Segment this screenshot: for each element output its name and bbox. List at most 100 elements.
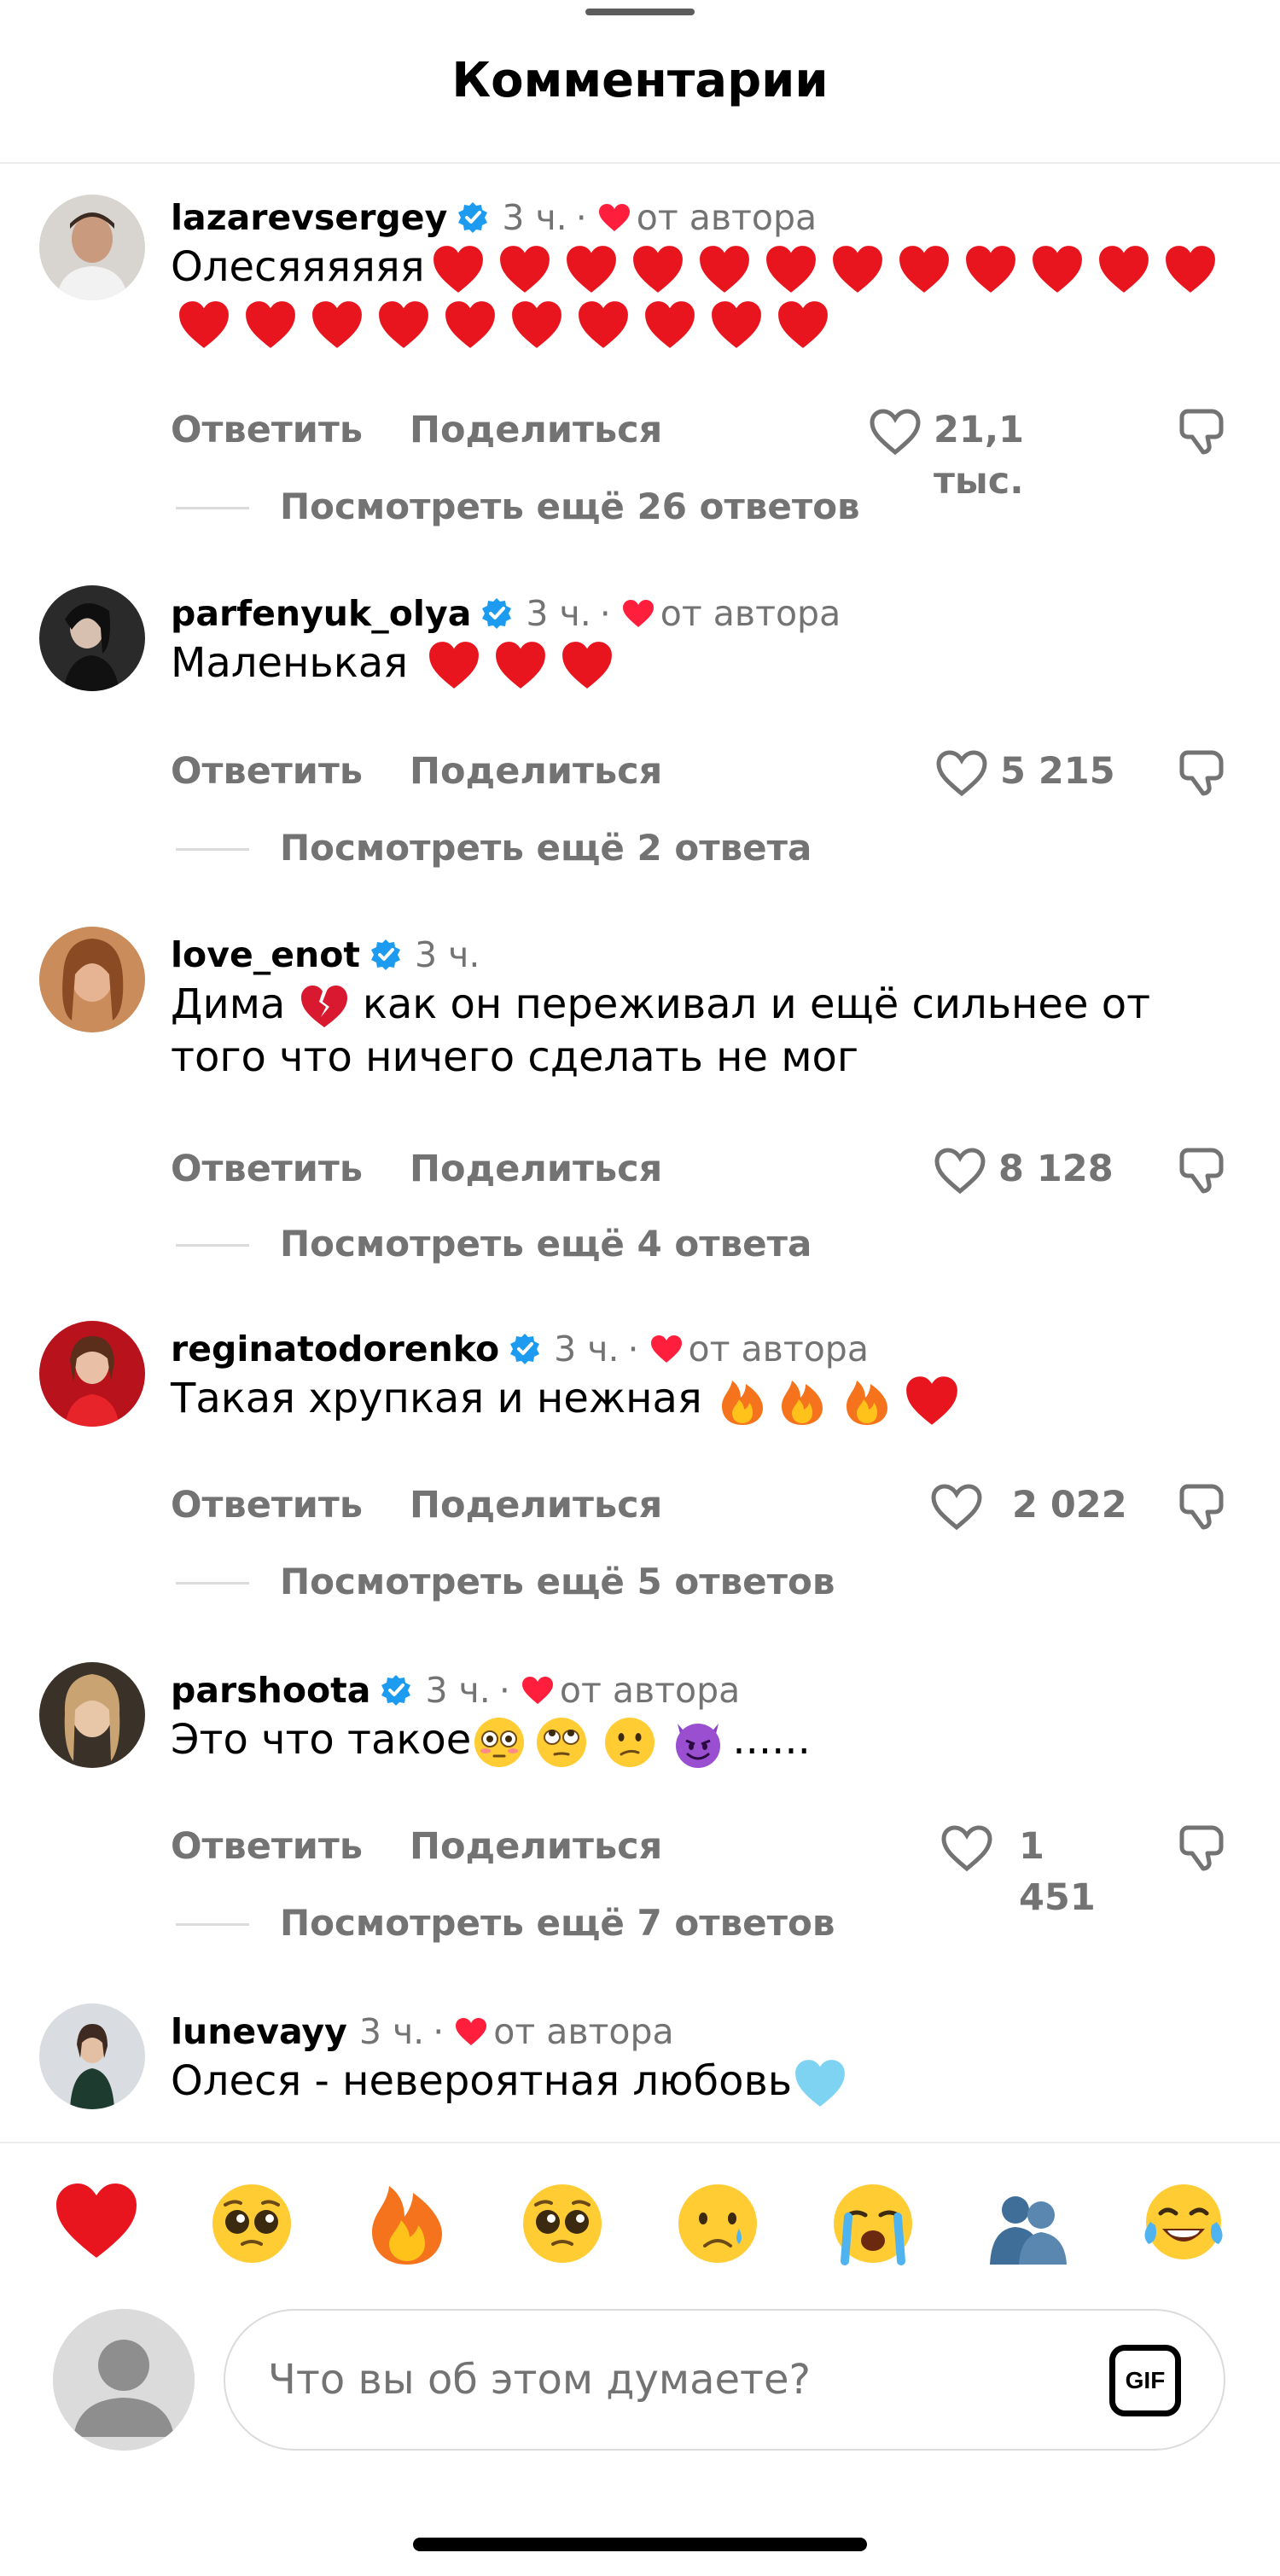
verified-badge-icon [510, 1334, 540, 1364]
heart-emoji-icon [645, 301, 695, 348]
comment-actions: Ответить Поделиться 5 215 [0, 746, 1280, 797]
view-replies-button[interactable]: Посмотреть ещё 5 ответов [0, 1558, 1280, 1606]
username[interactable]: parshoota [171, 1670, 370, 1711]
username[interactable]: parfenyuk_olya [171, 593, 471, 634]
avatar[interactable] [39, 1662, 145, 1768]
avatar-image [39, 1321, 145, 1427]
reaction-pleading-face[interactable] [515, 2176, 609, 2270]
reply-button[interactable]: Ответить [171, 746, 363, 797]
comment-text: Маленькая [171, 637, 1229, 692]
view-replies-label: Посмотреть ещё 26 ответов [280, 486, 860, 527]
reaction-pleading-face[interactable] [205, 2176, 299, 2270]
view-replies-label: Посмотреть ещё 7 ответов [280, 1902, 835, 1944]
reply-button[interactable]: Ответить [171, 1821, 363, 1872]
liked-by-author-label: от автора [493, 2011, 674, 2052]
heart-emoji-row [421, 639, 620, 689]
flushed-face-emoji-icon [474, 1718, 525, 1767]
eye-roll-face-emoji-icon [537, 1718, 587, 1767]
dislike-icon[interactable] [1178, 1824, 1225, 1872]
avatar[interactable] [39, 2003, 145, 2109]
heart-emoji-icon [579, 301, 628, 348]
liked-by-author-label: от автора [559, 1670, 741, 1711]
heart-emoji-icon [906, 1376, 957, 1425]
reaction-crying-face[interactable] [671, 2176, 765, 2270]
avatar[interactable] [39, 1321, 145, 1427]
view-replies-label: Посмотреть ещё 5 ответов [280, 1561, 835, 1602]
username[interactable]: lunevayy [171, 2011, 347, 2052]
username[interactable]: love_enot [171, 934, 360, 975]
heart-emoji-icon [566, 246, 616, 293]
avatar[interactable] [39, 585, 145, 691]
view-replies-button[interactable]: Посмотреть ещё 7 ответов [0, 1899, 1280, 1947]
comment-text-content: Это что такое [171, 1716, 472, 1764]
reaction-hugging-people[interactable] [981, 2176, 1075, 2270]
heart-emoji-icon [899, 246, 949, 293]
gif-button[interactable]: GIF [1109, 2345, 1181, 2416]
reply-button[interactable]: Ответить [171, 1143, 363, 1195]
heart-emoji-icon [562, 642, 613, 689]
reply-button[interactable]: Ответить [171, 1480, 363, 1531]
liked-by-author-label: от автора [660, 593, 841, 634]
like-heart-icon[interactable] [934, 1147, 986, 1195]
heart-emoji-icon [699, 246, 749, 293]
heart-emoji-icon [179, 301, 229, 348]
username[interactable]: lazarevsergey [171, 197, 447, 238]
heart-emoji-icon [712, 301, 761, 348]
replies-line [176, 1244, 249, 1247]
share-button[interactable]: Поделиться [410, 404, 662, 456]
current-user-avatar[interactable] [53, 2309, 195, 2451]
avatar[interactable] [39, 195, 145, 300]
share-button[interactable]: Поделиться [410, 1821, 662, 1872]
username[interactable]: reginatodorenko [171, 1329, 499, 1369]
composer-divider [0, 2142, 1280, 2143]
reaction-heart[interactable] [49, 2176, 143, 2270]
avatar[interactable] [39, 927, 145, 1032]
dislike-icon[interactable] [1178, 408, 1225, 456]
reply-button[interactable]: Ответить [171, 404, 363, 456]
comment-time: 3 ч. [502, 197, 567, 238]
sheet-grabber[interactable] [585, 9, 695, 15]
share-button[interactable]: Поделиться [410, 746, 662, 797]
avatar-image [39, 1662, 145, 1768]
like-heart-icon[interactable] [930, 1483, 983, 1531]
reaction-fire[interactable] [360, 2176, 454, 2270]
like-heart-icon[interactable] [935, 749, 988, 797]
fire-emoji-icon [372, 2186, 442, 2265]
liked-by-author-label: от автора [688, 1329, 869, 1369]
comment-text-content: Олесяяяяяя [171, 243, 425, 291]
fire-emoji-icon [782, 1381, 823, 1425]
reaction-tears-of-joy[interactable] [1137, 2176, 1231, 2270]
broken-heart-emoji-icon [300, 986, 347, 1027]
meta-separator: · [627, 1329, 639, 1369]
view-replies-button[interactable]: Посмотреть ещё 26 ответов [0, 483, 1280, 531]
heart-emoji-icon [56, 2183, 137, 2258]
comment-input[interactable]: Что вы об этом думаете? GIF [224, 2309, 1225, 2451]
heart-emoji-icon [496, 642, 546, 689]
avatar-image [39, 195, 145, 300]
view-replies-button[interactable]: Посмотреть ещё 4 ответа [0, 1220, 1280, 1268]
heart-emoji-icon [246, 301, 295, 348]
meta-separator: · [433, 2011, 445, 2052]
heart-emoji-icon [965, 246, 1015, 293]
like-heart-icon[interactable] [940, 1824, 993, 1872]
reaction-loudly-crying-face[interactable] [826, 2176, 920, 2270]
sheet-title: Комментарии [451, 53, 829, 108]
comment-meta: lunevayy 3 ч. · от автора [171, 2010, 674, 2053]
share-button[interactable]: Поделиться [410, 1480, 662, 1531]
tears-of-joy-emoji-icon [1144, 2184, 1223, 2259]
like-heart-icon[interactable] [869, 408, 922, 456]
author-liked-heart-icon [650, 1335, 682, 1363]
heart-emoji-icon [379, 301, 428, 348]
author-liked-heart-icon [598, 204, 630, 231]
share-button[interactable]: Поделиться [410, 1143, 662, 1195]
home-indicator [413, 2538, 867, 2551]
comment-text: Олеся - невероятная любовь [171, 2055, 1229, 2110]
liked-by-author-label: от автора [636, 197, 817, 238]
comment-meta: reginatodorenko 3 ч. · от автора [171, 1328, 869, 1370]
view-replies-button[interactable]: Посмотреть ещё 2 ответа [0, 824, 1280, 872]
dislike-icon[interactable] [1178, 749, 1225, 797]
dislike-icon[interactable] [1178, 1147, 1225, 1195]
dislike-icon[interactable] [1178, 1483, 1225, 1531]
comment-actions: Ответить Поделиться 1 451 [0, 1821, 1280, 1919]
comment-time: 3 ч. [526, 593, 591, 634]
